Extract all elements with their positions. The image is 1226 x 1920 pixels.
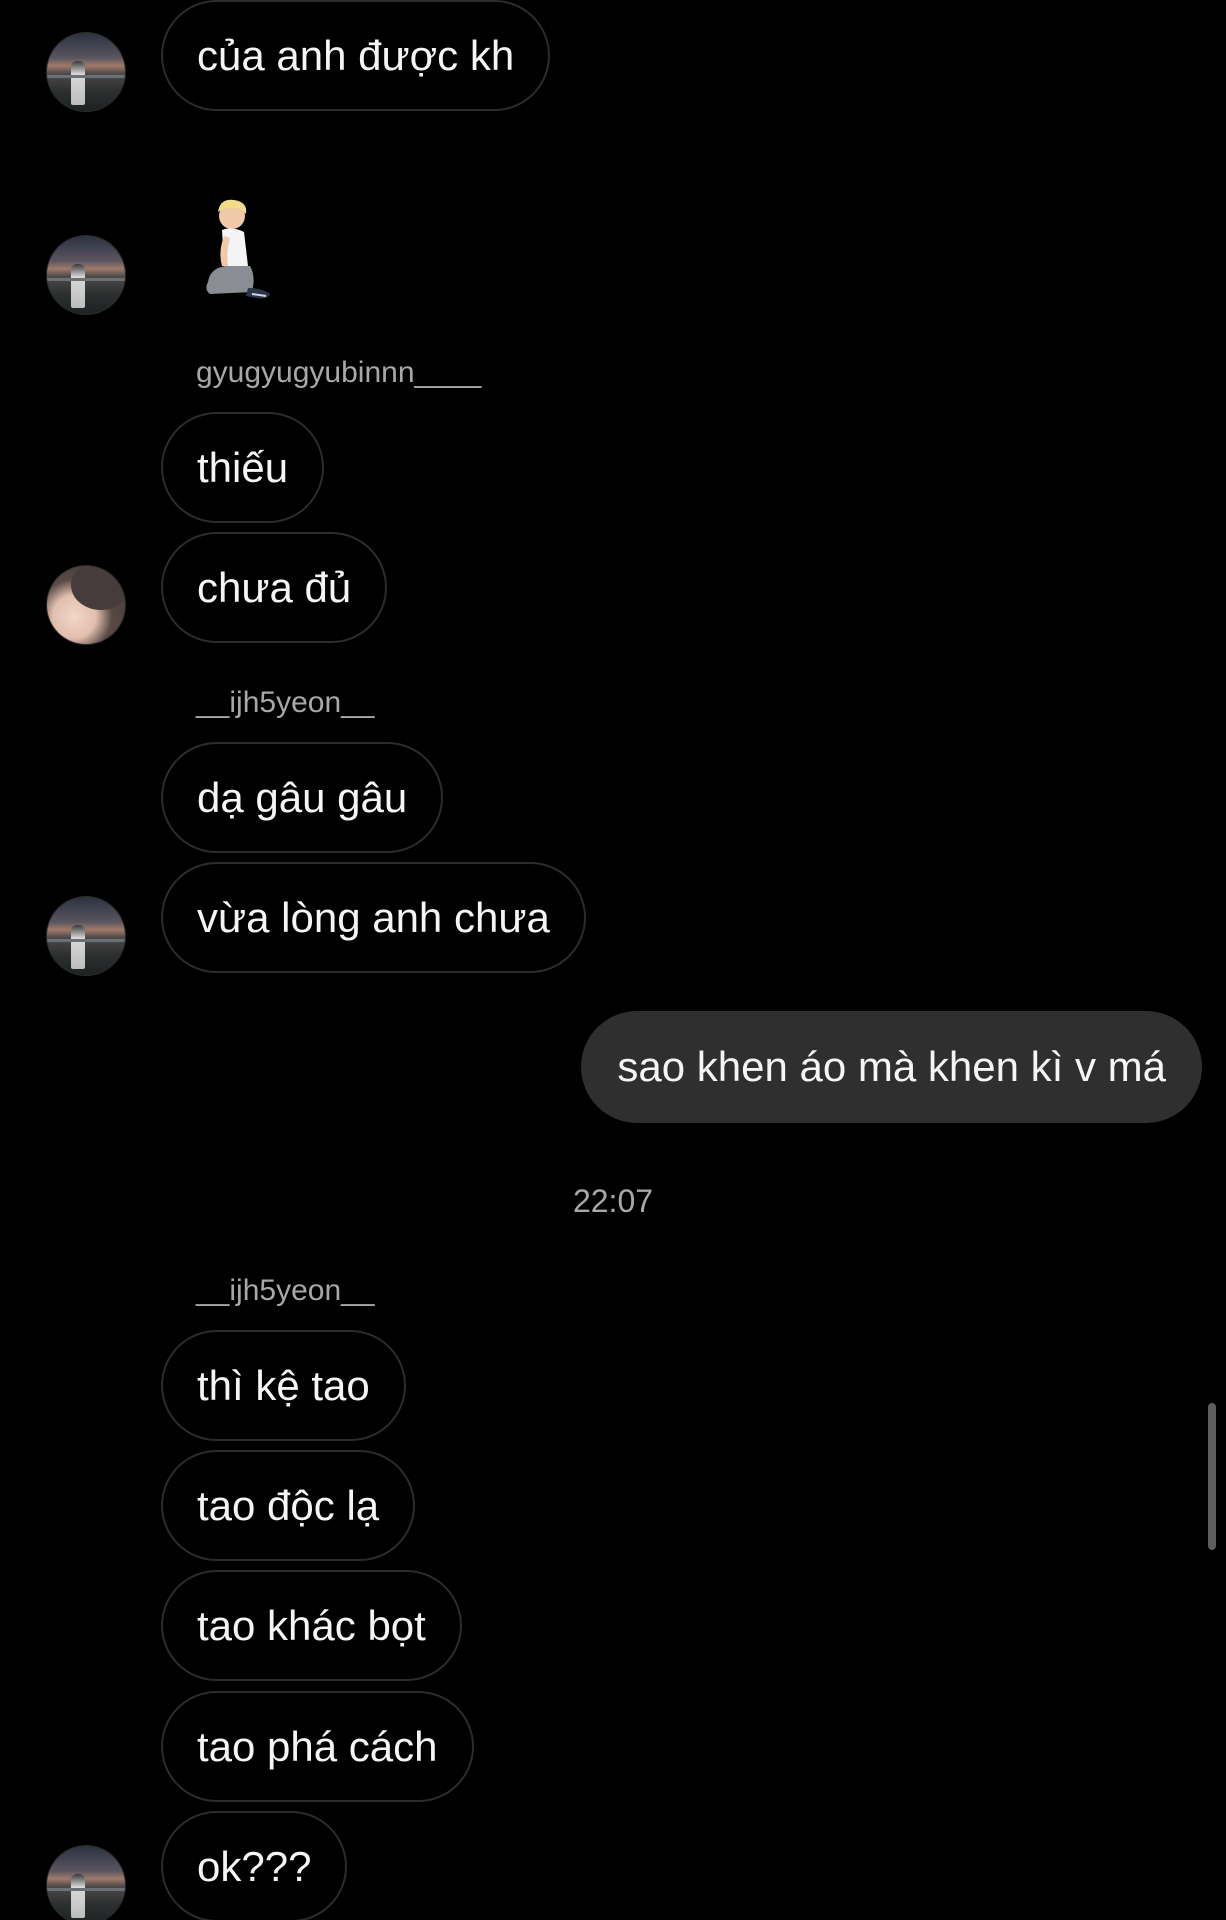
sender-avatar[interactable] <box>46 565 126 645</box>
scrollbar-thumb[interactable] <box>1208 1403 1216 1550</box>
message-bubble[interactable]: dạ gâu gâu <box>161 742 444 853</box>
sender-username[interactable]: gyugyugyubinnn____ <box>196 353 481 393</box>
sender-avatar[interactable] <box>46 235 126 315</box>
message-bubble[interactable]: tao phá cách <box>161 1691 474 1802</box>
message-timestamp: 22:07 <box>572 1183 654 1219</box>
message-bubble[interactable]: thiếu <box>161 412 325 523</box>
sender-username[interactable]: __ijh5yeon__ <box>196 683 375 723</box>
message-bubble[interactable]: thì kệ tao <box>161 1330 406 1441</box>
message-bubble[interactable]: tao khác bọt <box>161 1570 462 1681</box>
sender-avatar[interactable] <box>46 1845 126 1920</box>
message-bubble[interactable]: chưa đủ <box>161 532 388 643</box>
sender-username[interactable]: __ijh5yeon__ <box>196 1271 375 1311</box>
chat-screen: của anh được kh gyugyugyubinnn____ thiếu… <box>0 0 1226 1920</box>
message-bubble[interactable]: tao độc lạ <box>161 1450 416 1561</box>
message-bubble[interactable]: của anh được kh <box>161 0 551 111</box>
message-bubble[interactable]: ok??? <box>161 1811 348 1920</box>
sender-avatar[interactable] <box>46 896 126 976</box>
outgoing-message-bubble[interactable]: sao khen áo mà khen kì v má <box>581 1011 1202 1123</box>
person-kneeling-emoji[interactable] <box>196 196 286 316</box>
message-bubble[interactable]: vừa lòng anh chưa <box>161 862 586 973</box>
sender-avatar[interactable] <box>46 32 126 112</box>
